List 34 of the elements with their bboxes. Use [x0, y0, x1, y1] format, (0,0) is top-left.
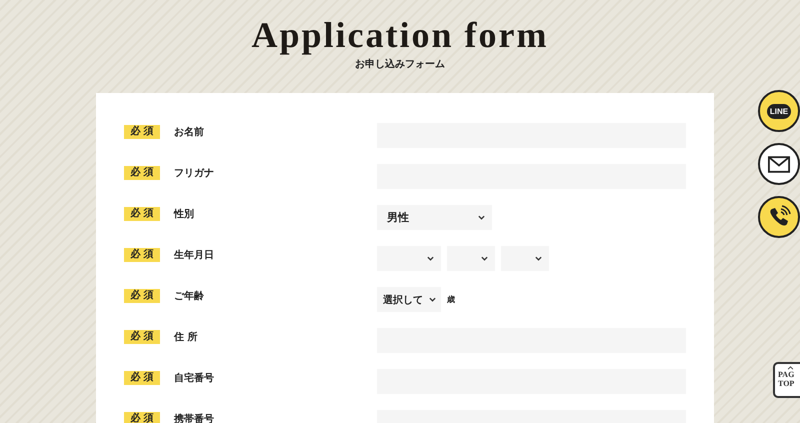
- chevron-up-icon: [787, 366, 794, 370]
- required-badge: 必 須: [124, 248, 160, 262]
- year-select[interactable]: [377, 246, 441, 271]
- day-select[interactable]: [501, 246, 549, 271]
- chevron-down-icon: [478, 215, 485, 220]
- required-badge: 必 須: [124, 166, 160, 180]
- envelope-icon: [768, 156, 790, 172]
- required-badge: 必 須: [124, 289, 160, 303]
- page-subtitle: お申し込みフォーム: [355, 58, 445, 71]
- field-label: 住 所: [172, 330, 198, 344]
- field-label: 性別: [172, 208, 195, 221]
- required-badge: 必 須: [124, 207, 160, 221]
- page-top-button[interactable]: PAG TOP: [773, 362, 800, 398]
- field-label: お名前: [173, 126, 205, 139]
- field-label: 生年月日: [172, 248, 215, 262]
- required-badge: 必 須: [124, 330, 160, 344]
- phone-button[interactable]: [758, 196, 800, 238]
- field-label: ご年齢: [173, 290, 205, 303]
- field-label: 自宅番号: [173, 371, 215, 385]
- page-title: Application form: [252, 14, 548, 56]
- required-badge: 必 須: [124, 412, 160, 423]
- chevron-down-icon: [427, 256, 434, 261]
- required-badge: 必 須: [124, 371, 160, 385]
- chevron-down-icon: [429, 297, 436, 302]
- field-label: フリガナ: [173, 167, 215, 180]
- chevron-down-icon: [481, 256, 488, 261]
- required-badge: 必 須: [124, 125, 160, 139]
- unit-label: 歳: [447, 294, 455, 305]
- mail-button[interactable]: [758, 143, 800, 185]
- line-button[interactable]: LINE: [758, 90, 800, 132]
- gender-select[interactable]: 男性: [377, 205, 492, 230]
- age-select[interactable]: 選択して: [377, 287, 441, 312]
- month-select[interactable]: [447, 246, 495, 271]
- chevron-down-icon: [535, 256, 542, 261]
